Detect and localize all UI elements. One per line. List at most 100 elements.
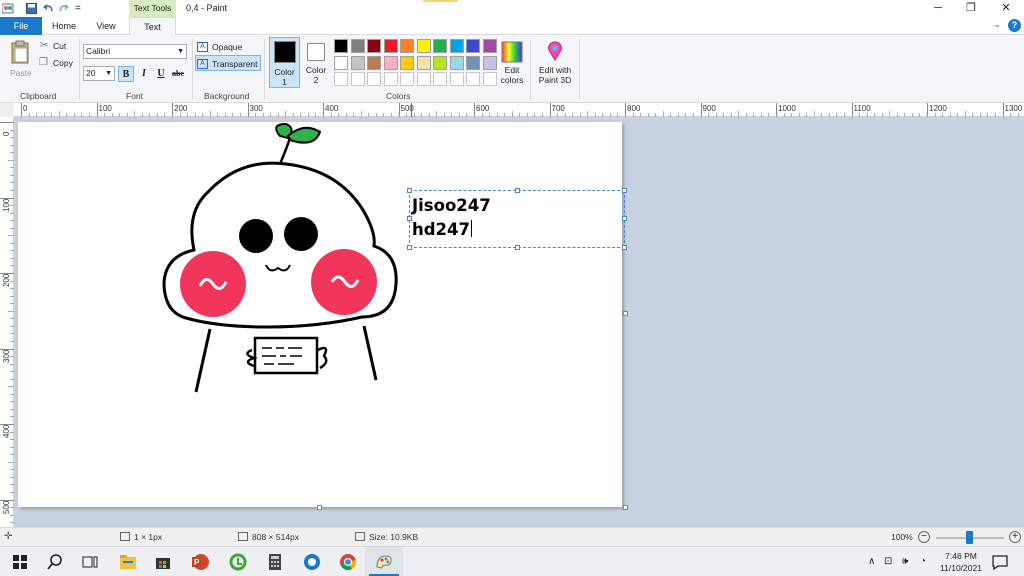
resize-handle[interactable] bbox=[407, 188, 412, 193]
font-family-select[interactable]: Calibri ▼ bbox=[83, 44, 187, 59]
palette-swatch[interactable] bbox=[334, 72, 348, 86]
green-app-icon[interactable] bbox=[228, 552, 248, 572]
palette-swatch[interactable] bbox=[482, 39, 497, 53]
palette-swatch[interactable] bbox=[416, 72, 431, 86]
resize-handle[interactable] bbox=[407, 216, 412, 221]
save-icon[interactable] bbox=[26, 3, 37, 14]
palette-swatch[interactable] bbox=[350, 39, 365, 53]
edit-colors-button[interactable]: Edit colors bbox=[500, 65, 524, 87]
tab-text[interactable]: Text bbox=[129, 17, 176, 36]
undo-icon[interactable] bbox=[42, 3, 54, 14]
palette-swatch[interactable] bbox=[416, 55, 431, 70]
canvas-resize-handle-bottom[interactable] bbox=[317, 505, 322, 510]
palette-swatch[interactable] bbox=[416, 39, 431, 53]
notifications-icon[interactable] bbox=[990, 552, 1010, 572]
palette-swatch[interactable] bbox=[334, 39, 348, 53]
zoom-out-button[interactable]: − bbox=[918, 531, 930, 543]
palette-swatch[interactable] bbox=[383, 39, 398, 53]
resize-handle[interactable] bbox=[515, 188, 520, 193]
close-icon[interactable]: ✕ bbox=[989, 0, 1023, 17]
zoom-in-button[interactable]: + bbox=[1009, 531, 1021, 543]
resize-handle[interactable] bbox=[515, 245, 520, 250]
canvas-workspace[interactable]: Jisoo247 hd247 bbox=[14, 117, 1024, 527]
color2-button[interactable]: Color 2 bbox=[302, 37, 330, 88]
color1-button[interactable]: Color 1 bbox=[269, 37, 300, 88]
taskbar-clock[interactable]: 7:46 PM 11/10/2021 bbox=[935, 550, 987, 574]
help-icon[interactable]: ? bbox=[1008, 19, 1021, 32]
minimize-icon[interactable]: ─ bbox=[921, 0, 955, 17]
palette-swatch[interactable] bbox=[367, 39, 381, 53]
windows-start-icon[interactable] bbox=[10, 552, 30, 572]
palette-swatch[interactable] bbox=[350, 72, 365, 86]
edit-colors-icon[interactable] bbox=[501, 41, 523, 63]
palette-swatch[interactable] bbox=[466, 72, 480, 86]
canvas-resize-handle-right[interactable] bbox=[623, 311, 628, 316]
copy-icon[interactable]: ❐ bbox=[39, 57, 48, 68]
drawing-canvas[interactable]: Jisoo247 hd247 bbox=[18, 122, 627, 507]
chevron-up-icon[interactable]: ∧ bbox=[868, 556, 875, 567]
wifi-icon[interactable]: ◔ bbox=[920, 556, 926, 567]
palette-swatch[interactable] bbox=[334, 55, 348, 70]
copy-button[interactable]: Copy bbox=[53, 56, 73, 70]
volume-icon[interactable]: 🕪 bbox=[902, 556, 908, 567]
tab-home[interactable]: Home bbox=[43, 17, 85, 35]
resize-handle[interactable] bbox=[622, 188, 627, 193]
paste-icon[interactable] bbox=[10, 40, 30, 64]
chevron-down-icon[interactable]: ⌄ bbox=[993, 19, 1001, 30]
font-size-select[interactable]: 20 ▼ bbox=[83, 66, 115, 81]
cut-icon[interactable]: ✂ bbox=[40, 40, 48, 51]
cut-button[interactable]: Cut bbox=[53, 39, 66, 53]
palette-swatch[interactable] bbox=[433, 55, 447, 70]
palette-swatch[interactable] bbox=[400, 39, 414, 53]
paint-taskbar-icon[interactable] bbox=[374, 552, 394, 572]
paint3d-icon[interactable] bbox=[544, 40, 566, 62]
resize-handle[interactable] bbox=[407, 245, 412, 250]
palette-swatch[interactable] bbox=[433, 72, 447, 86]
bold-button[interactable]: B bbox=[118, 66, 134, 82]
restore-icon[interactable]: ❐ bbox=[954, 0, 988, 17]
resize-handle[interactable] bbox=[622, 245, 627, 250]
palette-swatch[interactable] bbox=[449, 55, 464, 70]
powerpoint-icon[interactable]: P bbox=[190, 552, 210, 572]
text-line-1[interactable]: Jisoo247 bbox=[412, 196, 491, 216]
underline-button[interactable]: U bbox=[153, 66, 169, 82]
canvas-resize-handle-corner[interactable] bbox=[623, 505, 628, 510]
tab-file[interactable]: File bbox=[0, 17, 42, 35]
paste-button[interactable]: Paste bbox=[10, 66, 32, 80]
blue-app-icon[interactable] bbox=[302, 552, 322, 572]
palette-swatch[interactable] bbox=[466, 39, 480, 53]
transparent-button[interactable]: A Transparent bbox=[195, 55, 261, 71]
chrome-icon[interactable] bbox=[338, 552, 358, 572]
palette-swatch[interactable] bbox=[367, 55, 381, 70]
search-icon[interactable] bbox=[45, 552, 65, 572]
redo-icon[interactable] bbox=[58, 3, 70, 14]
network-adapter-icon[interactable]: ⊡ bbox=[884, 556, 892, 567]
strikethrough-button[interactable]: abc bbox=[170, 66, 186, 82]
text-line-2[interactable]: hd247 bbox=[412, 220, 472, 240]
palette-swatch[interactable] bbox=[400, 72, 414, 86]
store-icon[interactable] bbox=[153, 552, 173, 572]
text-box[interactable]: Jisoo247 hd247 bbox=[407, 188, 627, 250]
zoom-percent: 100% bbox=[891, 532, 913, 542]
zoom-slider-thumb[interactable] bbox=[966, 531, 973, 544]
palette-swatch[interactable] bbox=[482, 55, 497, 70]
calculator-icon[interactable] bbox=[265, 552, 285, 572]
edit-with-paint3d-button[interactable]: Edit with Paint 3D bbox=[537, 65, 573, 87]
palette-swatch[interactable] bbox=[367, 72, 381, 86]
file-explorer-icon[interactable] bbox=[118, 552, 138, 572]
quick-access-customize[interactable]: = bbox=[75, 3, 81, 14]
palette-swatch[interactable] bbox=[383, 72, 398, 86]
palette-swatch[interactable] bbox=[400, 55, 414, 70]
palette-swatch[interactable] bbox=[433, 39, 447, 53]
tab-view[interactable]: View bbox=[85, 17, 127, 35]
palette-swatch[interactable] bbox=[449, 72, 464, 86]
palette-swatch[interactable] bbox=[466, 55, 480, 70]
palette-swatch[interactable] bbox=[350, 55, 365, 70]
palette-swatch[interactable] bbox=[449, 39, 464, 53]
resize-handle[interactable] bbox=[622, 216, 627, 221]
palette-swatch[interactable] bbox=[482, 72, 497, 86]
italic-button[interactable]: I bbox=[136, 66, 152, 82]
palette-swatch[interactable] bbox=[383, 55, 398, 70]
task-view-icon[interactable] bbox=[80, 552, 100, 572]
opaque-button[interactable]: A Opaque bbox=[196, 39, 260, 55]
